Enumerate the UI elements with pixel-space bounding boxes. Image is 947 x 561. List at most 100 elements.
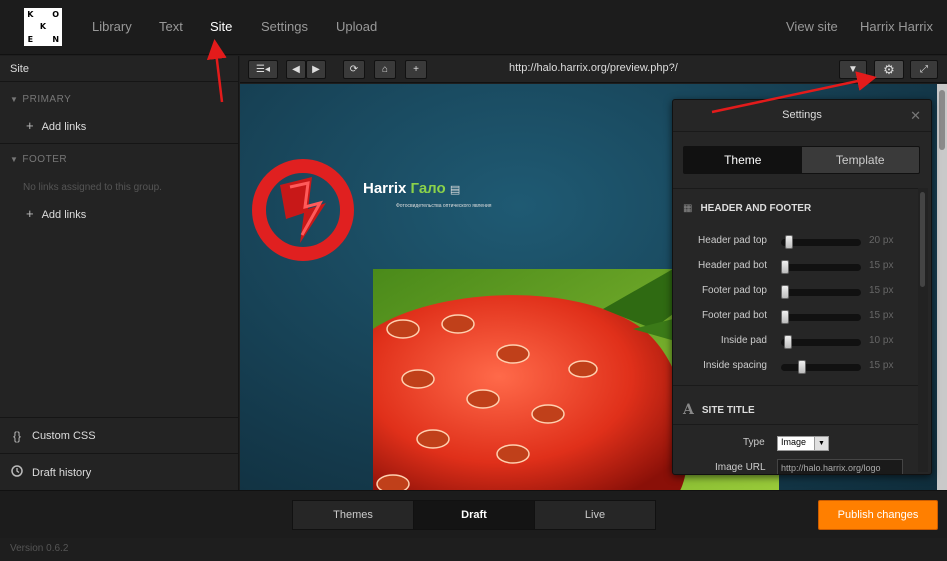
- slider-value: 15 px: [869, 310, 894, 321]
- divider: [0, 453, 239, 454]
- slider-label: Header pad bot: [698, 260, 767, 271]
- braces-icon: {}: [12, 429, 21, 443]
- tab-template[interactable]: Template: [802, 147, 920, 173]
- group-primary-label: PRIMARY: [22, 94, 72, 105]
- view-site-link[interactable]: View site: [786, 19, 838, 34]
- slider-value: 15 px: [869, 260, 894, 271]
- scroll-thumb[interactable]: [939, 90, 945, 150]
- version-label: Version 0.6.2: [10, 543, 69, 554]
- nav-site[interactable]: Site: [210, 19, 232, 34]
- slider-label: Inside pad: [720, 335, 767, 346]
- mode-live[interactable]: Live: [535, 501, 655, 529]
- custom-css-link[interactable]: {} Custom CSS: [10, 429, 96, 443]
- draft-history-label: Draft history: [32, 466, 92, 479]
- tab-theme[interactable]: Theme: [684, 147, 802, 173]
- slider-track[interactable]: [781, 335, 861, 349]
- divider: [673, 385, 918, 386]
- nav-text[interactable]: Text: [159, 19, 183, 34]
- divider: [673, 188, 918, 189]
- top-nav-bar: K O K E N Library Text Site Settings Upl…: [0, 0, 947, 55]
- koken-logo[interactable]: K O K E N: [24, 8, 62, 46]
- type-label: Type: [743, 437, 765, 448]
- gear-icon: ⚙: [883, 61, 895, 77]
- logo-letter: [37, 33, 50, 46]
- settings-header: Settings ✕: [673, 100, 931, 132]
- nav-library[interactable]: Library: [92, 19, 132, 34]
- slider-label: Footer pad bot: [701, 310, 767, 321]
- preview-url: http://halo.harrix.org/preview.php?/: [509, 62, 678, 74]
- left-sidebar: Site ▼ PRIMARY + Add links ▼ FOOTER No link…: [0, 56, 239, 490]
- slider-track[interactable]: [781, 310, 861, 324]
- type-select[interactable]: Image ▼: [777, 436, 829, 451]
- slider-knob[interactable]: [784, 335, 792, 349]
- slider-knob[interactable]: [781, 285, 789, 299]
- settings-scrollbar[interactable]: [918, 188, 928, 472]
- slider-value: 15 px: [869, 285, 894, 296]
- slider-value: 20 px: [869, 235, 894, 246]
- slider-inside-spacing[interactable]: Inside spacing 15 px: [673, 360, 918, 374]
- chevron-down-icon: ▼: [814, 437, 828, 450]
- logo-letter: N: [52, 35, 60, 45]
- fullscreen-button[interactable]: ⤢: [910, 60, 938, 79]
- publish-changes-button[interactable]: Publish changes: [818, 500, 938, 530]
- logo-letter: [37, 8, 50, 21]
- nav-upload[interactable]: Upload: [336, 19, 377, 34]
- slider-header-pad-bot[interactable]: Header pad bot 15 px: [673, 260, 918, 274]
- sidebar-header: Site: [0, 56, 238, 82]
- add-links-label: Add links: [41, 121, 87, 133]
- scroll-thumb[interactable]: [920, 192, 925, 287]
- slider-track[interactable]: [781, 260, 861, 274]
- toggle-sidebar-button[interactable]: ☰◂: [248, 60, 278, 79]
- refresh-button[interactable]: ⟳: [343, 60, 365, 79]
- add-links-label: Add links: [41, 209, 87, 221]
- slider-track[interactable]: [781, 285, 861, 299]
- refresh-icon: ⟳: [349, 64, 359, 75]
- collapse-triangle-icon: ▼: [10, 155, 19, 164]
- logo-letter: K: [27, 9, 34, 19]
- primary-add-links[interactable]: + Add links: [26, 118, 86, 133]
- slider-value: 15 px: [869, 360, 894, 371]
- draft-history-link[interactable]: Draft history: [10, 465, 91, 480]
- nav-settings[interactable]: Settings: [261, 19, 308, 34]
- image-url-input[interactable]: http://halo.harrix.org/logo: [777, 459, 903, 474]
- slider-knob[interactable]: [781, 310, 789, 324]
- add-page-button[interactable]: +: [405, 60, 427, 79]
- slider-footer-pad-bot[interactable]: Footer pad bot 15 px: [673, 310, 918, 324]
- settings-tabs: Theme Template: [683, 146, 920, 174]
- slider-track[interactable]: [781, 235, 861, 249]
- slider-footer-pad-top[interactable]: Footer pad top 15 px: [673, 285, 918, 299]
- close-icon[interactable]: ✕: [910, 108, 921, 124]
- slider-header-pad-top[interactable]: Header pad top 20 px: [673, 235, 918, 249]
- mode-draft[interactable]: Draft: [414, 501, 535, 529]
- slider-inside-pad[interactable]: Inside pad 10 px: [673, 335, 918, 349]
- group-footer-title[interactable]: ▼ FOOTER: [10, 154, 67, 165]
- slider-track[interactable]: [781, 360, 861, 374]
- section-header-footer-label: HEADER AND FOOTER: [700, 203, 812, 214]
- clock-icon: [10, 465, 24, 480]
- image-url-label: Image URL: [715, 462, 766, 473]
- type-select-value: Image: [781, 437, 807, 447]
- filter-icon: ▼: [848, 64, 858, 75]
- slider-knob[interactable]: [785, 235, 793, 249]
- bottom-bar: Themes Draft Live Publish changes: [0, 490, 947, 538]
- preview-scrollbar[interactable]: [937, 84, 947, 490]
- back-button[interactable]: ◀: [286, 60, 306, 79]
- user-menu[interactable]: Harrix Harrix: [860, 19, 933, 34]
- settings-gear-button[interactable]: ⚙: [874, 60, 904, 79]
- forward-button[interactable]: ▶: [306, 60, 326, 79]
- arrow-left-icon: ◀: [292, 64, 300, 75]
- filter-button[interactable]: ▼: [839, 60, 867, 79]
- plus-icon: +: [26, 118, 34, 133]
- arrow-right-icon: ▶: [312, 64, 320, 75]
- mode-themes[interactable]: Themes: [293, 501, 414, 529]
- slider-knob[interactable]: [798, 360, 806, 374]
- group-primary-title[interactable]: ▼ PRIMARY: [10, 94, 71, 105]
- home-button[interactable]: ⌂: [374, 60, 396, 79]
- footer-add-links[interactable]: + Add links: [26, 206, 86, 221]
- site-subtitle: Фотосвидетельства оптического явления: [396, 203, 492, 209]
- logo-letter: E: [27, 35, 34, 45]
- logo-letter: [24, 21, 37, 34]
- plus-icon: +: [413, 64, 419, 75]
- slider-knob[interactable]: [781, 260, 789, 274]
- section-site-title-label: SITE TITLE: [701, 404, 755, 416]
